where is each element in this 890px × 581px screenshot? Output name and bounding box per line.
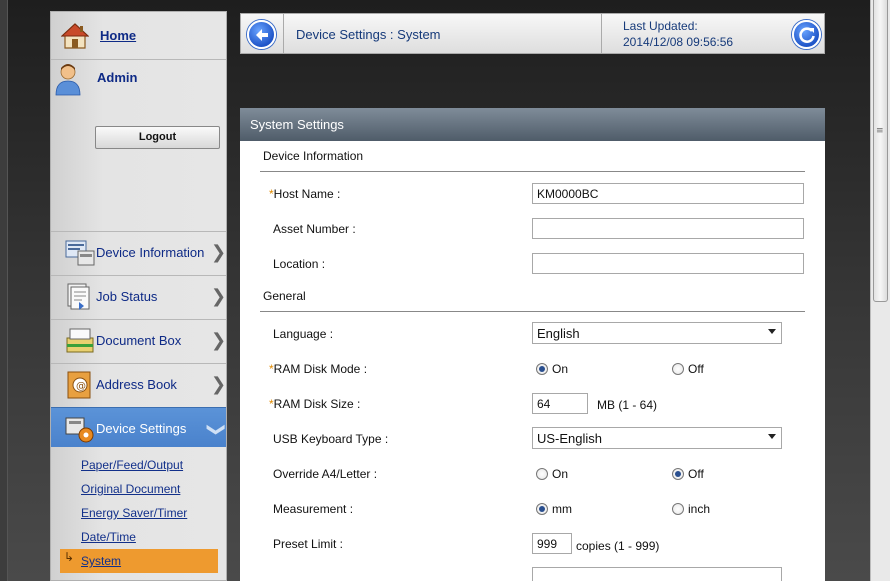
top-header-bar: Device Settings : System Last Updated: 2…	[240, 13, 825, 54]
dropdown-caret-icon	[768, 329, 776, 334]
asset-number-field[interactable]	[532, 218, 804, 239]
system-settings-panel: System Settings Device Information *Host…	[240, 108, 825, 581]
measurement-label: Measurement :	[273, 502, 354, 516]
back-arrow-icon	[256, 29, 268, 41]
vertical-scrollbar[interactable]: ≡	[870, 0, 890, 581]
override-a4-letter-label: Override A4/Letter :	[273, 467, 378, 481]
submenu-original-document[interactable]: Original Document	[81, 482, 180, 496]
last-updated-time: 2014/12/08 09:56:56	[623, 35, 734, 49]
location-field[interactable]	[532, 253, 804, 274]
home-link[interactable]: Home	[100, 28, 136, 43]
menu-label: Address Book	[96, 377, 177, 392]
location-label: Location :	[273, 257, 326, 271]
override-a4-letter-off-radio[interactable]	[672, 468, 684, 480]
chevron-right-icon: ❯	[211, 374, 227, 395]
section-divider	[260, 171, 805, 172]
override-a4-letter-off-label: Off	[688, 467, 704, 481]
scrollbar-thumb[interactable]	[873, 0, 888, 302]
ram-disk-mode-label: *RAM Disk Mode :	[269, 362, 368, 376]
submenu-system-label: System	[81, 554, 122, 568]
menu-label: Device Information	[96, 245, 205, 260]
submenu-system[interactable]: ↳ System	[60, 549, 218, 573]
user-name: Admin	[97, 70, 138, 85]
submenu-date-time[interactable]: Date/Time	[81, 530, 136, 544]
preset-limit-label: Preset Limit :	[273, 537, 344, 551]
home-icon[interactable]	[61, 22, 89, 50]
device-info-icon	[65, 240, 95, 266]
device-settings-icon	[65, 417, 94, 443]
override-a4-letter-on-label: On	[552, 467, 569, 481]
menu-document-box[interactable]: Document Box ❯	[51, 319, 226, 363]
sidebar: Home Admin Logout Device Information ❯ J…	[50, 11, 227, 581]
measurement-inch-label: inch	[688, 502, 711, 516]
breadcrumb: Device Settings : System	[296, 27, 441, 42]
last-updated-label: Last Updated:	[623, 19, 698, 33]
dropdown-caret-icon	[768, 434, 776, 439]
panel-header: System Settings	[240, 108, 825, 141]
document-box-icon	[66, 328, 94, 353]
asset-number-label: Asset Number :	[273, 222, 356, 236]
svg-text:@: @	[76, 381, 86, 392]
back-button[interactable]	[247, 20, 276, 49]
chevron-right-icon: ❯	[211, 242, 227, 263]
menu-job-status[interactable]: Job Status ❯	[51, 275, 226, 319]
submenu-arrow-icon: ↳	[64, 550, 75, 564]
measurement-mm-radio[interactable]	[536, 503, 548, 515]
menu-device-information[interactable]: Device Information ❯	[51, 231, 226, 275]
section-general: General	[263, 289, 306, 303]
host-name-field[interactable]: KM0000BC	[532, 183, 804, 204]
refresh-button[interactable]	[792, 20, 821, 49]
preset-limit-unit: copies (1 - 999)	[576, 539, 660, 553]
usb-keyboard-type-label: USB Keyboard Type :	[273, 432, 389, 446]
chevron-down-icon: ❯	[206, 421, 228, 438]
ram-disk-size-label-text: RAM Disk Size :	[273, 397, 361, 411]
user-avatar-icon	[55, 64, 81, 96]
language-select[interactable]: English	[532, 322, 782, 344]
menu-label: Device Settings	[96, 421, 187, 436]
menu-address-book[interactable]: @ Address Book ❯	[51, 363, 226, 407]
header-divider	[601, 14, 602, 53]
scrollbar-grip-icon: ≡	[876, 126, 884, 136]
usb-keyboard-type-select[interactable]: US-English	[532, 427, 782, 449]
host-name-label-text: Host Name :	[273, 187, 341, 201]
ram-disk-mode-off-radio[interactable]	[672, 363, 684, 375]
measurement-mm-label: mm	[552, 502, 572, 516]
ram-disk-mode-on-radio[interactable]	[536, 363, 548, 375]
refresh-icon	[799, 27, 815, 43]
language-label: Language :	[273, 327, 334, 341]
menu-label: Document Box	[96, 333, 182, 348]
ram-disk-size-field[interactable]: 64	[532, 393, 588, 414]
menu-device-settings[interactable]: Device Settings ❯	[51, 407, 228, 447]
measurement-inch-radio[interactable]	[672, 503, 684, 515]
submenu-energy-saver-timer[interactable]: Energy Saver/Timer	[81, 506, 187, 520]
next-field-partial[interactable]	[532, 567, 782, 581]
menu-label: Job Status	[96, 289, 158, 304]
window-edge	[0, 0, 8, 581]
submenu-paper-feed-output[interactable]: Paper/Feed/Output	[81, 458, 183, 472]
preset-limit-field[interactable]: 999	[532, 533, 572, 554]
ram-disk-mode-off-label: Off	[688, 362, 704, 376]
chevron-right-icon: ❯	[211, 286, 227, 307]
ram-disk-mode-on-label: On	[552, 362, 569, 376]
ram-disk-size-label: *RAM Disk Size :	[269, 397, 361, 411]
host-name-label: *Host Name :	[269, 187, 341, 201]
chevron-right-icon: ❯	[211, 330, 227, 351]
ram-disk-size-unit: MB (1 - 64)	[597, 398, 658, 412]
ram-disk-mode-label-text: RAM Disk Mode :	[273, 362, 368, 376]
header-divider	[283, 14, 284, 53]
override-a4-letter-on-radio[interactable]	[536, 468, 548, 480]
section-divider	[260, 311, 805, 312]
language-selected-value: English	[537, 326, 580, 341]
logout-button[interactable]: Logout	[95, 126, 220, 149]
user-row: Admin	[51, 60, 226, 100]
address-book-icon: @	[67, 371, 91, 399]
usb-keyboard-type-selected-value: US-English	[537, 431, 603, 446]
home-row: Home	[51, 12, 226, 60]
section-device-information: Device Information	[263, 149, 364, 163]
job-status-icon	[67, 283, 90, 310]
panel-title: System Settings	[250, 117, 344, 132]
